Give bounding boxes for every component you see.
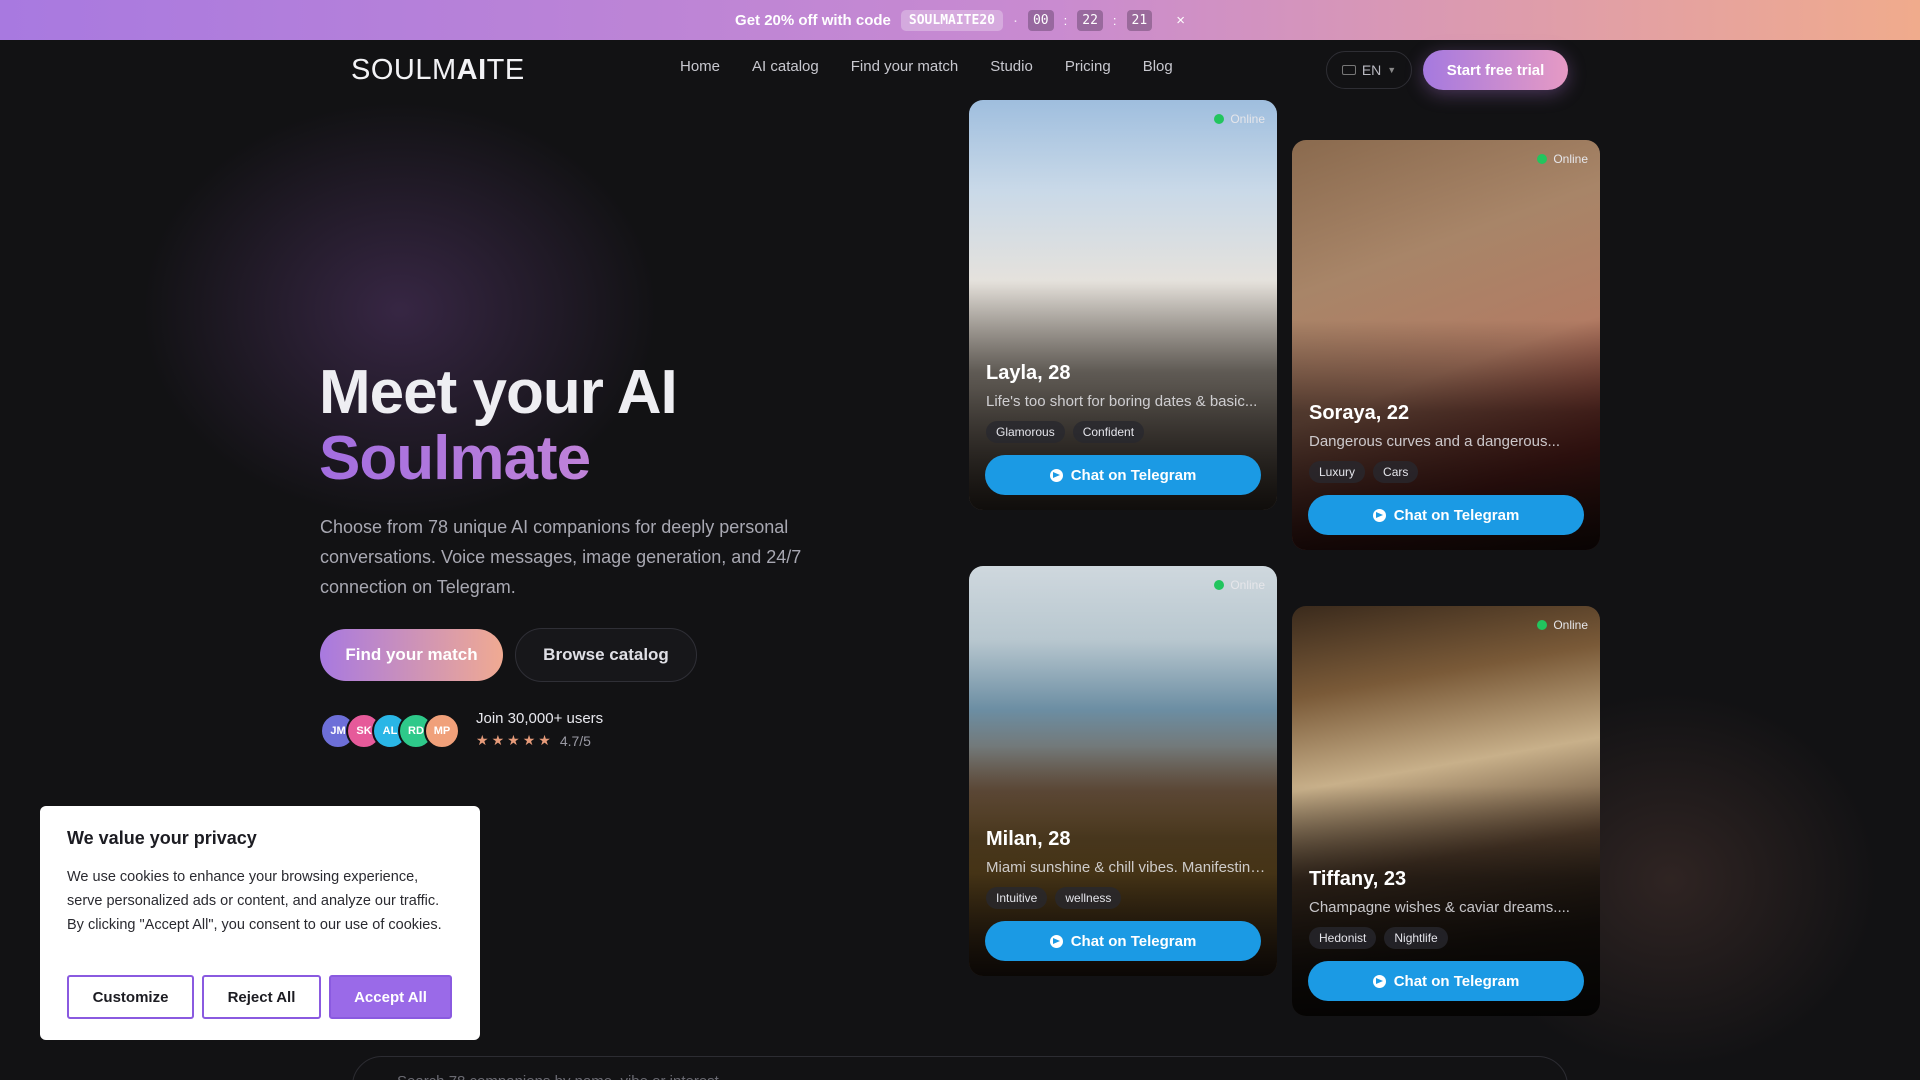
star-icon: ★	[507, 732, 520, 748]
online-status: Online	[1537, 618, 1588, 632]
status-dot	[1214, 580, 1225, 590]
tag: Luxury	[1309, 461, 1366, 483]
cookie-consent-dialog: We value your privacy We use cookies to …	[40, 806, 480, 1040]
rating-value: 4.7/5	[559, 732, 591, 749]
main-nav: Home AI catalog Find your match Studio P…	[680, 58, 1173, 75]
avatar: MP	[424, 713, 460, 749]
online-status: Online	[1214, 578, 1265, 592]
companion-name: Tiffany, 23	[1309, 868, 1407, 890]
logo[interactable]: SOULMAITE	[351, 54, 525, 87]
online-status: Online	[1537, 152, 1588, 166]
start-free-trial-button[interactable]: Start free trial	[1423, 50, 1568, 90]
logo-part: TE	[486, 54, 525, 86]
hero-subtitle: Choose from 78 unique AI companions for …	[320, 517, 802, 597]
nav-find-your-match[interactable]: Find your match	[851, 58, 959, 75]
star-icon: ★	[522, 732, 536, 748]
telegram-icon	[1049, 934, 1063, 948]
companion-tags: Hedonist Nightlife	[1309, 927, 1448, 949]
promo-bar: Get 20% off with code SOULMAITE20 · 00 :…	[0, 0, 1920, 40]
status-dot	[1537, 620, 1548, 630]
button-label: Chat on Telegram	[1070, 932, 1197, 950]
timer-seconds: 21	[1126, 9, 1153, 31]
tag: Glamorous	[986, 421, 1065, 443]
companion-tags: Luxury Cars	[1309, 461, 1419, 483]
telegram-icon	[1372, 508, 1386, 522]
hero-title-line2: Soulmate	[319, 426, 677, 492]
companion-tags: Glamorous Confident	[986, 421, 1145, 443]
nav-pricing[interactable]: Pricing	[1065, 58, 1111, 75]
chat-on-telegram-button[interactable]: Chat on Telegram	[985, 455, 1261, 495]
search-input[interactable]: Search 78 companions by name, vibe or in…	[352, 1056, 1568, 1080]
companion-card[interactable]: Online Soraya, 22 Dangerous curves and a…	[1292, 140, 1600, 550]
cookie-body: We use cookies to enhance your browsing …	[67, 869, 442, 933]
chevron-down-icon: ▼	[1387, 65, 1397, 75]
social-proof-text: Join 30,000+ users	[476, 710, 604, 727]
nav-ai-catalog[interactable]: AI catalog	[752, 58, 819, 75]
find-your-match-button[interactable]: Find your match	[320, 629, 503, 681]
timer-minutes: 22	[1077, 9, 1103, 31]
browse-catalog-button[interactable]: Browse catalog	[515, 628, 697, 682]
close-icon[interactable]: ×	[1176, 12, 1185, 29]
companion-name: Layla, 28	[986, 362, 1071, 384]
logo-part: AI	[456, 54, 487, 86]
companion-name: Milan, 28	[986, 828, 1071, 850]
accept-all-button[interactable]: Accept All	[329, 975, 452, 1019]
star-icon: ★	[476, 732, 489, 748]
customize-button[interactable]: Customize	[67, 975, 194, 1019]
telegram-icon	[1049, 468, 1063, 482]
status-dot	[1214, 114, 1225, 124]
promo-text: Get 20% off with code	[735, 11, 891, 29]
companion-name: Soraya, 22	[1309, 402, 1410, 424]
companion-tags: Intuitive wellness	[986, 887, 1122, 909]
companion-bio: Life's too short for boring dates & basi…	[986, 393, 1258, 410]
flag-icon	[1341, 65, 1356, 75]
nav-studio[interactable]: Studio	[990, 58, 1033, 75]
companion-card[interactable]: Online Tiffany, 23 Champagne wishes & ca…	[1292, 606, 1600, 1016]
chat-on-telegram-button[interactable]: Chat on Telegram	[1308, 495, 1584, 535]
hero-title-line1: Meet your AI	[319, 358, 678, 427]
timer-hours: 00	[1027, 9, 1054, 31]
companion-bio: Miami sunshine & chill vibes. Manifestin…	[986, 859, 1266, 876]
tag: wellness	[1055, 887, 1122, 909]
tag: Hedonist	[1309, 927, 1377, 949]
nav-blog[interactable]: Blog	[1143, 58, 1173, 75]
promo-separator: ·	[1012, 11, 1018, 29]
status-label: Online	[1230, 578, 1265, 592]
button-label: Chat on Telegram	[1393, 506, 1520, 524]
companion-bio: Dangerous curves and a dangerous...	[1309, 433, 1560, 450]
status-label: Online	[1230, 112, 1265, 126]
companion-card[interactable]: Online Milan, 28 Miami sunshine & chill …	[969, 566, 1277, 976]
companion-bio: Champagne wishes & caviar dreams....	[1309, 899, 1570, 916]
tag: Cars	[1373, 461, 1419, 483]
online-status: Online	[1214, 112, 1265, 126]
telegram-icon	[1372, 974, 1386, 988]
tag: Nightlife	[1384, 927, 1448, 949]
companion-card[interactable]: Online Layla, 28 Life's too short for bo…	[969, 100, 1277, 510]
language-selector[interactable]: EN ▼	[1326, 51, 1412, 89]
chat-on-telegram-button[interactable]: Chat on Telegram	[1308, 961, 1584, 1001]
star-half-icon: ★	[538, 732, 551, 748]
tag: Confident	[1072, 421, 1145, 443]
rating: ★ ★ ★ ★ ★ 4.7/5	[476, 732, 591, 749]
reject-all-button[interactable]: Reject All	[202, 975, 321, 1019]
timer-colon: :	[1112, 12, 1117, 28]
button-label: Chat on Telegram	[1393, 972, 1520, 990]
button-label: Chat on Telegram	[1070, 466, 1197, 484]
logo-part: SOULM	[351, 54, 457, 86]
nav-home[interactable]: Home	[680, 58, 720, 75]
hero-title: Meet your AI Soulmate	[319, 358, 678, 492]
chat-on-telegram-button[interactable]: Chat on Telegram	[985, 921, 1261, 961]
star-icon: ★	[491, 732, 505, 748]
status-label: Online	[1553, 152, 1588, 166]
language-label: EN	[1361, 62, 1382, 78]
promo-code[interactable]: SOULMAITE20	[900, 9, 1003, 31]
tag: Intuitive	[986, 887, 1048, 909]
user-avatars: JM SK AL RD MP	[320, 713, 460, 749]
status-dot	[1537, 154, 1548, 164]
cookie-title: We value your privacy	[67, 828, 257, 848]
status-label: Online	[1553, 618, 1588, 632]
cookie-actions: Customize Reject All Accept All	[67, 975, 452, 1019]
timer-colon: :	[1063, 12, 1068, 28]
